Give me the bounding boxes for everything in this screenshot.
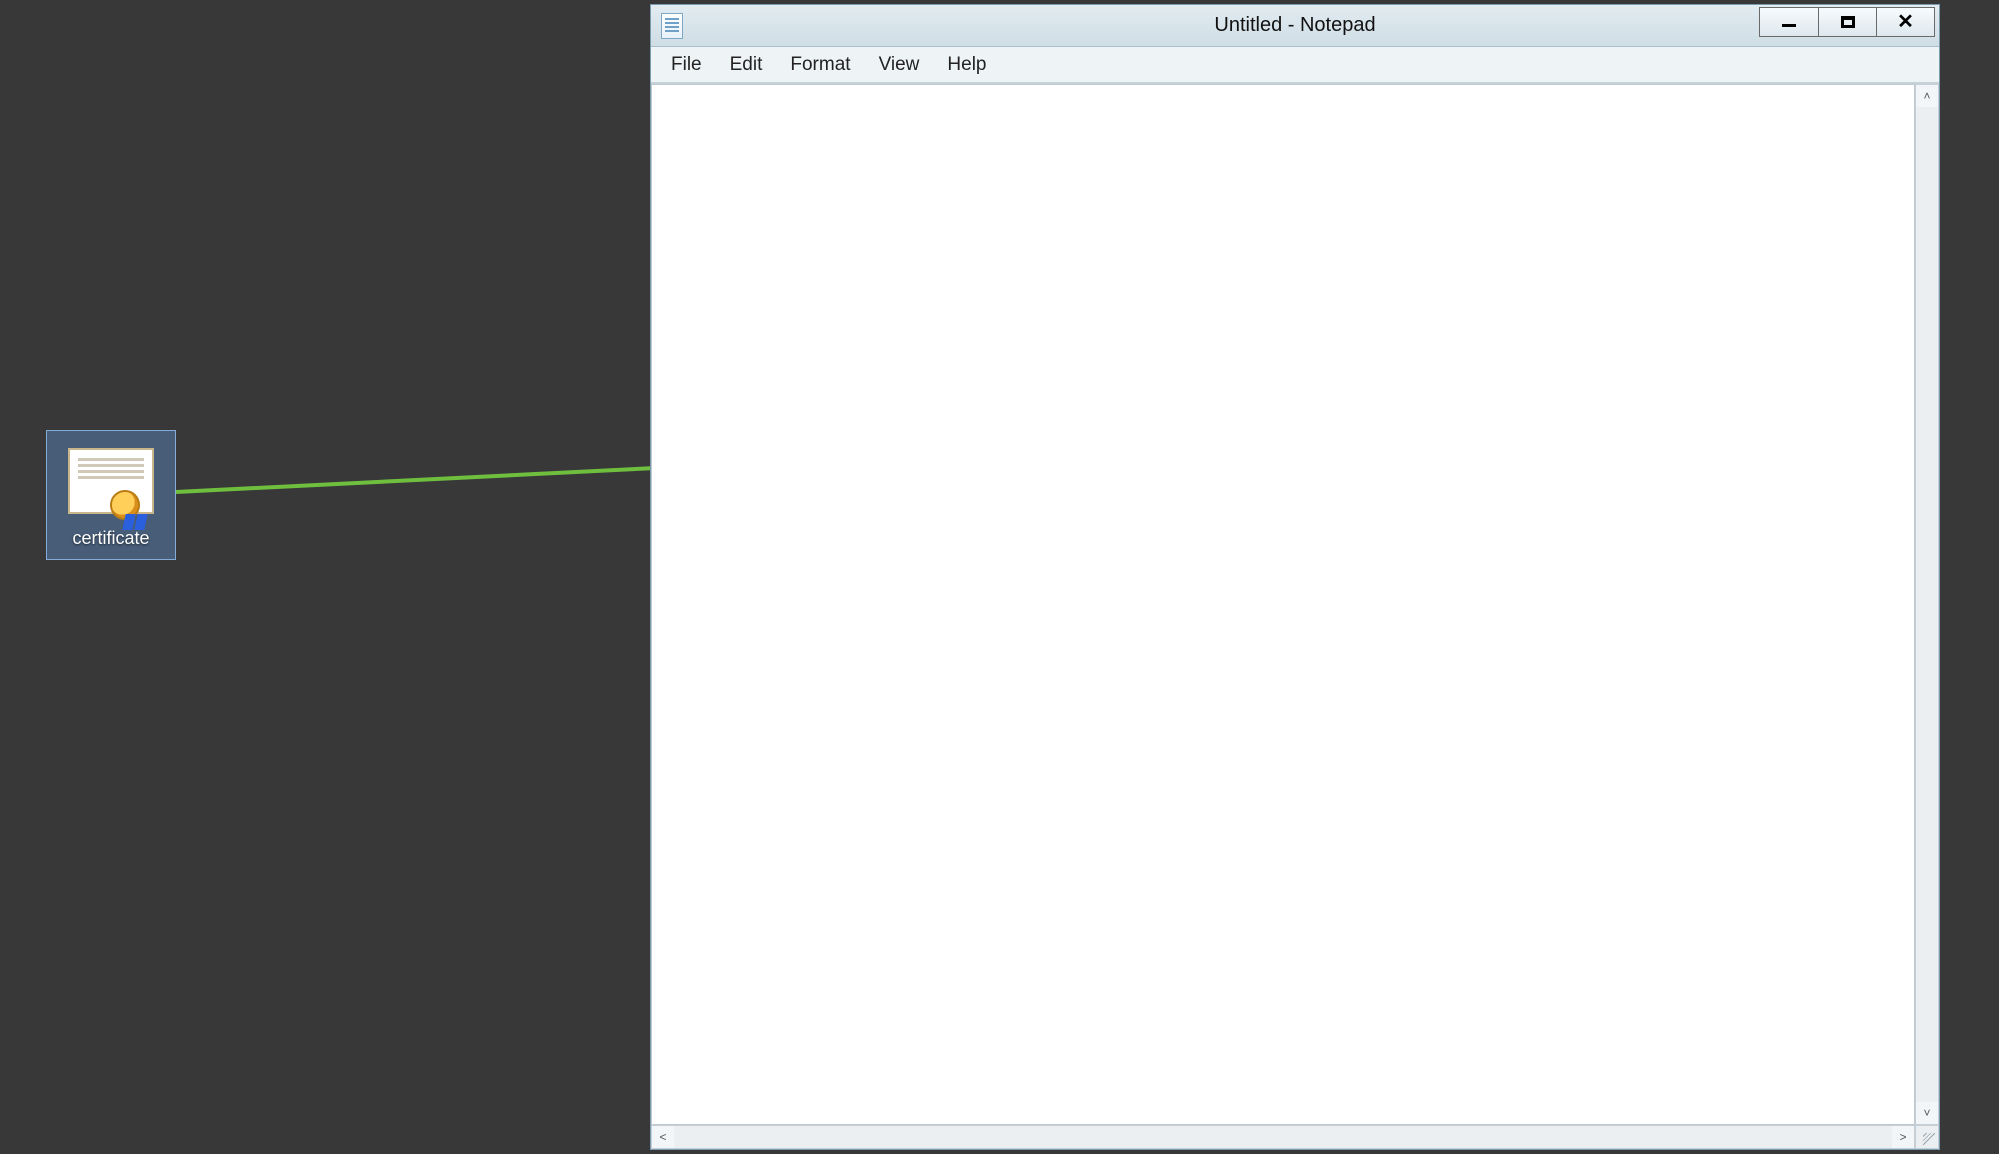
text-area[interactable] [651, 84, 1915, 1125]
close-button[interactable]: ✕ [1876, 8, 1934, 36]
client-area: ˄ ˅ ˂ ˃ [651, 83, 1939, 1149]
chevron-right-icon: ˃ [1899, 1130, 1906, 1144]
close-icon: ✕ [1897, 12, 1914, 32]
minimize-icon [1782, 24, 1796, 27]
menu-file[interactable]: File [657, 50, 716, 80]
resize-grip[interactable] [1915, 1125, 1939, 1149]
maximize-icon [1841, 16, 1855, 28]
menu-help[interactable]: Help [933, 50, 1000, 80]
maximize-button[interactable] [1818, 8, 1876, 36]
titlebar[interactable]: Untitled - Notepad ✕ [651, 5, 1939, 47]
scroll-left-button[interactable]: ˂ [652, 1126, 674, 1148]
scroll-up-button[interactable]: ˄ [1916, 85, 1938, 107]
menu-edit[interactable]: Edit [716, 50, 777, 80]
menu-format[interactable]: Format [776, 50, 864, 80]
minimize-button[interactable] [1760, 8, 1818, 36]
annotation-arrow [176, 454, 716, 504]
notepad-icon [661, 13, 683, 39]
window-controls: ✕ [1759, 7, 1935, 37]
vertical-scrollbar[interactable]: ˄ ˅ [1915, 84, 1939, 1125]
menu-view[interactable]: View [865, 50, 934, 80]
scroll-right-button[interactable]: ˃ [1892, 1126, 1914, 1148]
desktop-icon-label: certificate [72, 528, 149, 549]
chevron-down-icon: ˅ [1923, 1106, 1930, 1120]
menubar: File Edit Format View Help [651, 47, 1939, 83]
chevron-left-icon: ˂ [659, 1130, 666, 1144]
certificate-icon [68, 448, 154, 514]
desktop-icon-certificate[interactable]: certificate [46, 430, 176, 560]
scroll-down-button[interactable]: ˅ [1916, 1102, 1938, 1124]
chevron-up-icon: ˄ [1923, 89, 1930, 103]
notepad-window: Untitled - Notepad ✕ File Edit Format Vi… [650, 4, 1940, 1150]
horizontal-scrollbar[interactable]: ˂ ˃ [651, 1125, 1915, 1149]
window-title: Untitled - Notepad [651, 14, 1939, 37]
